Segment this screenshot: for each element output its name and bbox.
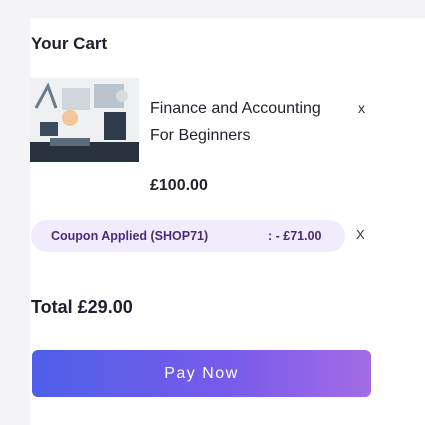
pay-now-button[interactable]: Pay Now bbox=[32, 350, 371, 397]
course-thumbnail-icon bbox=[30, 78, 139, 162]
cart-total: Total £29.00 bbox=[31, 297, 133, 317]
course-illustration bbox=[30, 78, 139, 162]
course-price: £100.00 bbox=[150, 177, 208, 194]
remove-coupon-button[interactable]: X bbox=[356, 227, 365, 242]
remove-item-button[interactable]: x bbox=[358, 100, 365, 116]
cart-title: Your Cart bbox=[31, 34, 108, 53]
coupon-label: Coupon Applied (SHOP71) bbox=[51, 229, 209, 243]
coupon-discount: : - £71.00 bbox=[268, 229, 322, 243]
course-title[interactable]: Finance and Accounting For Beginners bbox=[150, 95, 330, 149]
